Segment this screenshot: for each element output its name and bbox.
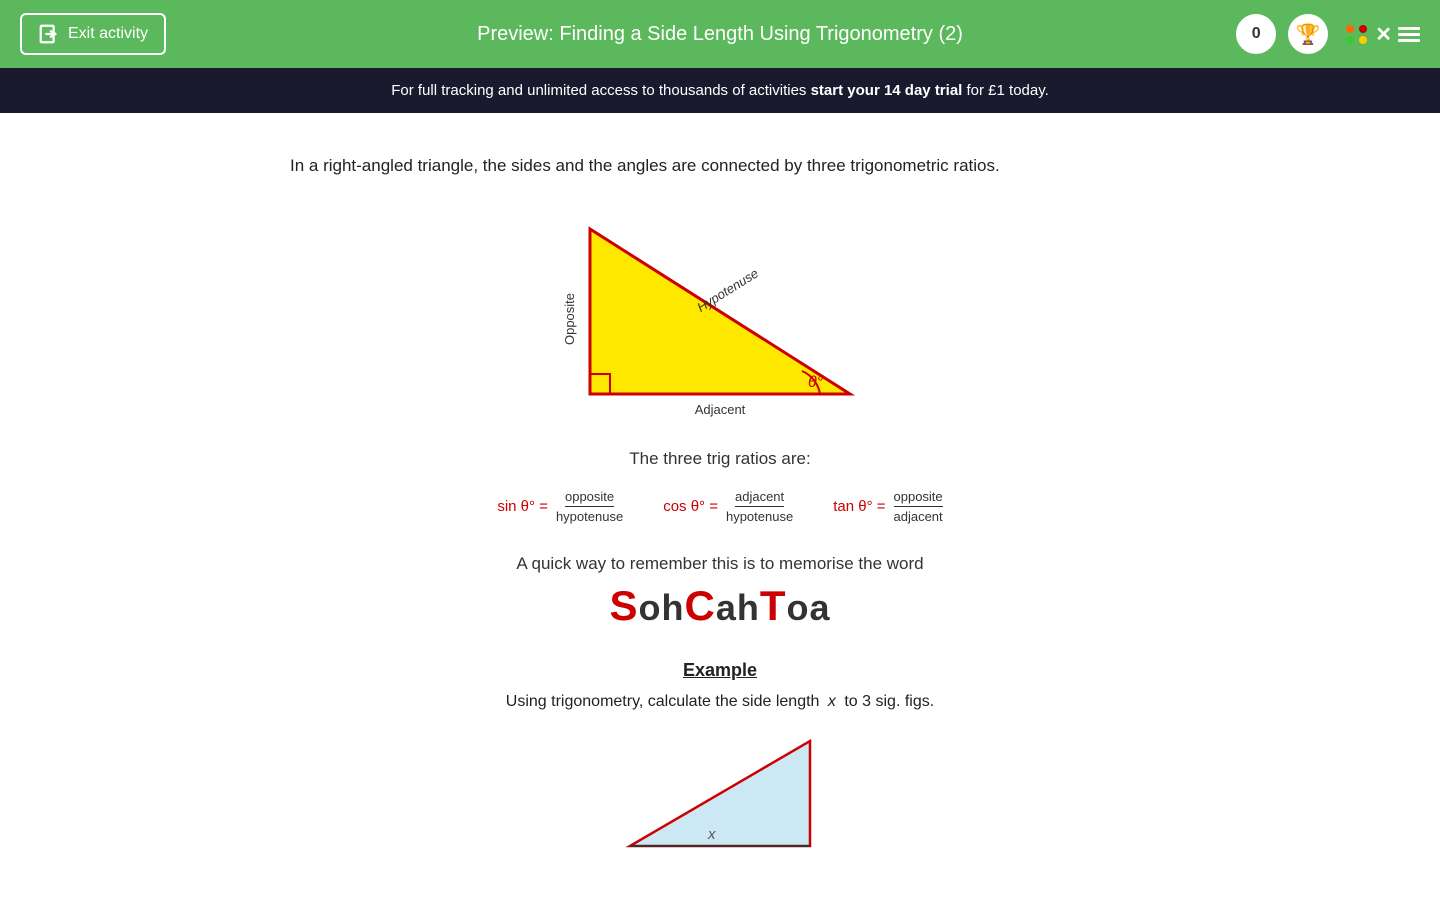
sohcahtoa-oh: oh <box>639 587 685 628</box>
ratios-container: sin θ° = opposite hypotenuse cos θ° = ad… <box>290 489 1150 524</box>
sohcahtoa-S: S <box>609 582 638 629</box>
example-description: Using trigonometry, calculate the side l… <box>290 693 1150 711</box>
main-content: In a right-angled triangle, the sides an… <box>270 113 1170 891</box>
promo-banner: For full tracking and unlimited access t… <box>0 68 1440 113</box>
sohcahtoa-ah: ah <box>716 587 760 628</box>
svg-text:Adjacent: Adjacent <box>695 402 746 417</box>
header: Exit activity Preview: Finding a Side Le… <box>0 0 1440 68</box>
exit-button[interactable]: Exit activity <box>20 13 166 55</box>
page-title: Preview: Finding a Side Length Using Tri… <box>477 23 963 46</box>
example-triangle-diagram: x <box>290 731 1150 851</box>
intro-paragraph: In a right-angled triangle, the sides an… <box>290 153 1150 179</box>
trophy-button[interactable]: 🏆 <box>1288 14 1328 54</box>
sohcahtoa-T: T <box>760 582 787 629</box>
cos-denominator: hypotenuse <box>726 509 793 524</box>
svg-text:θ°: θ° <box>808 374 824 391</box>
example-text-before: Using trigonometry, calculate the side l… <box>506 693 820 710</box>
score-badge: 0 <box>1236 14 1276 54</box>
triangle-svg: θ° Opposite Hypotenuse Adjacent <box>560 209 880 419</box>
tan-ratio: tan θ° = opposite adjacent <box>833 489 942 524</box>
sin-denominator: hypotenuse <box>556 509 623 524</box>
exit-label: Exit activity <box>68 25 148 43</box>
exit-icon <box>38 23 60 45</box>
tan-label: tan θ° = <box>833 498 885 515</box>
three-trig-title: The three trig ratios are: <box>290 449 1150 469</box>
banner-text-before: For full tracking and unlimited access t… <box>391 82 810 99</box>
close-x-icon[interactable]: ✕ <box>1375 22 1392 47</box>
sin-numerator: opposite <box>565 489 614 507</box>
tan-fraction: opposite adjacent <box>894 489 943 524</box>
sohcahtoa-word: SohCahToa <box>290 582 1150 630</box>
cos-ratio: cos θ° = adjacent hypotenuse <box>663 489 793 524</box>
sohcahtoa-oa: oa <box>787 587 831 628</box>
example-triangle-svg: x <box>620 731 820 851</box>
sin-ratio: sin θ° = opposite hypotenuse <box>497 489 623 524</box>
tan-numerator: opposite <box>894 489 943 507</box>
sohcahtoa-C: C <box>684 582 715 629</box>
grid-dots-icon <box>1346 25 1369 44</box>
triangle-diagram: θ° Opposite Hypotenuse Adjacent <box>290 209 1150 419</box>
example-variable: x <box>828 693 836 710</box>
header-controls: 0 🏆 ✕ <box>1236 14 1420 54</box>
example-text-after: to 3 sig. figs. <box>844 693 934 710</box>
svg-text:Opposite: Opposite <box>562 292 577 344</box>
hamburger-icon[interactable] <box>1398 27 1420 42</box>
sin-fraction: opposite hypotenuse <box>556 489 623 524</box>
cos-label: cos θ° = <box>663 498 718 515</box>
tan-denominator: adjacent <box>894 509 943 524</box>
example-title: Example <box>290 660 1150 681</box>
banner-cta[interactable]: start your 14 day trial <box>811 82 963 99</box>
trophy-icon: 🏆 <box>1296 22 1321 47</box>
cos-fraction: adjacent hypotenuse <box>726 489 793 524</box>
cos-numerator: adjacent <box>735 489 784 507</box>
remember-text: A quick way to remember this is to memor… <box>290 554 1150 574</box>
sin-label: sin θ° = <box>497 498 548 515</box>
banner-text-after: for £1 today. <box>962 82 1048 99</box>
svg-text:Hypotenuse: Hypotenuse <box>694 265 761 314</box>
svg-text:x: x <box>707 826 716 843</box>
